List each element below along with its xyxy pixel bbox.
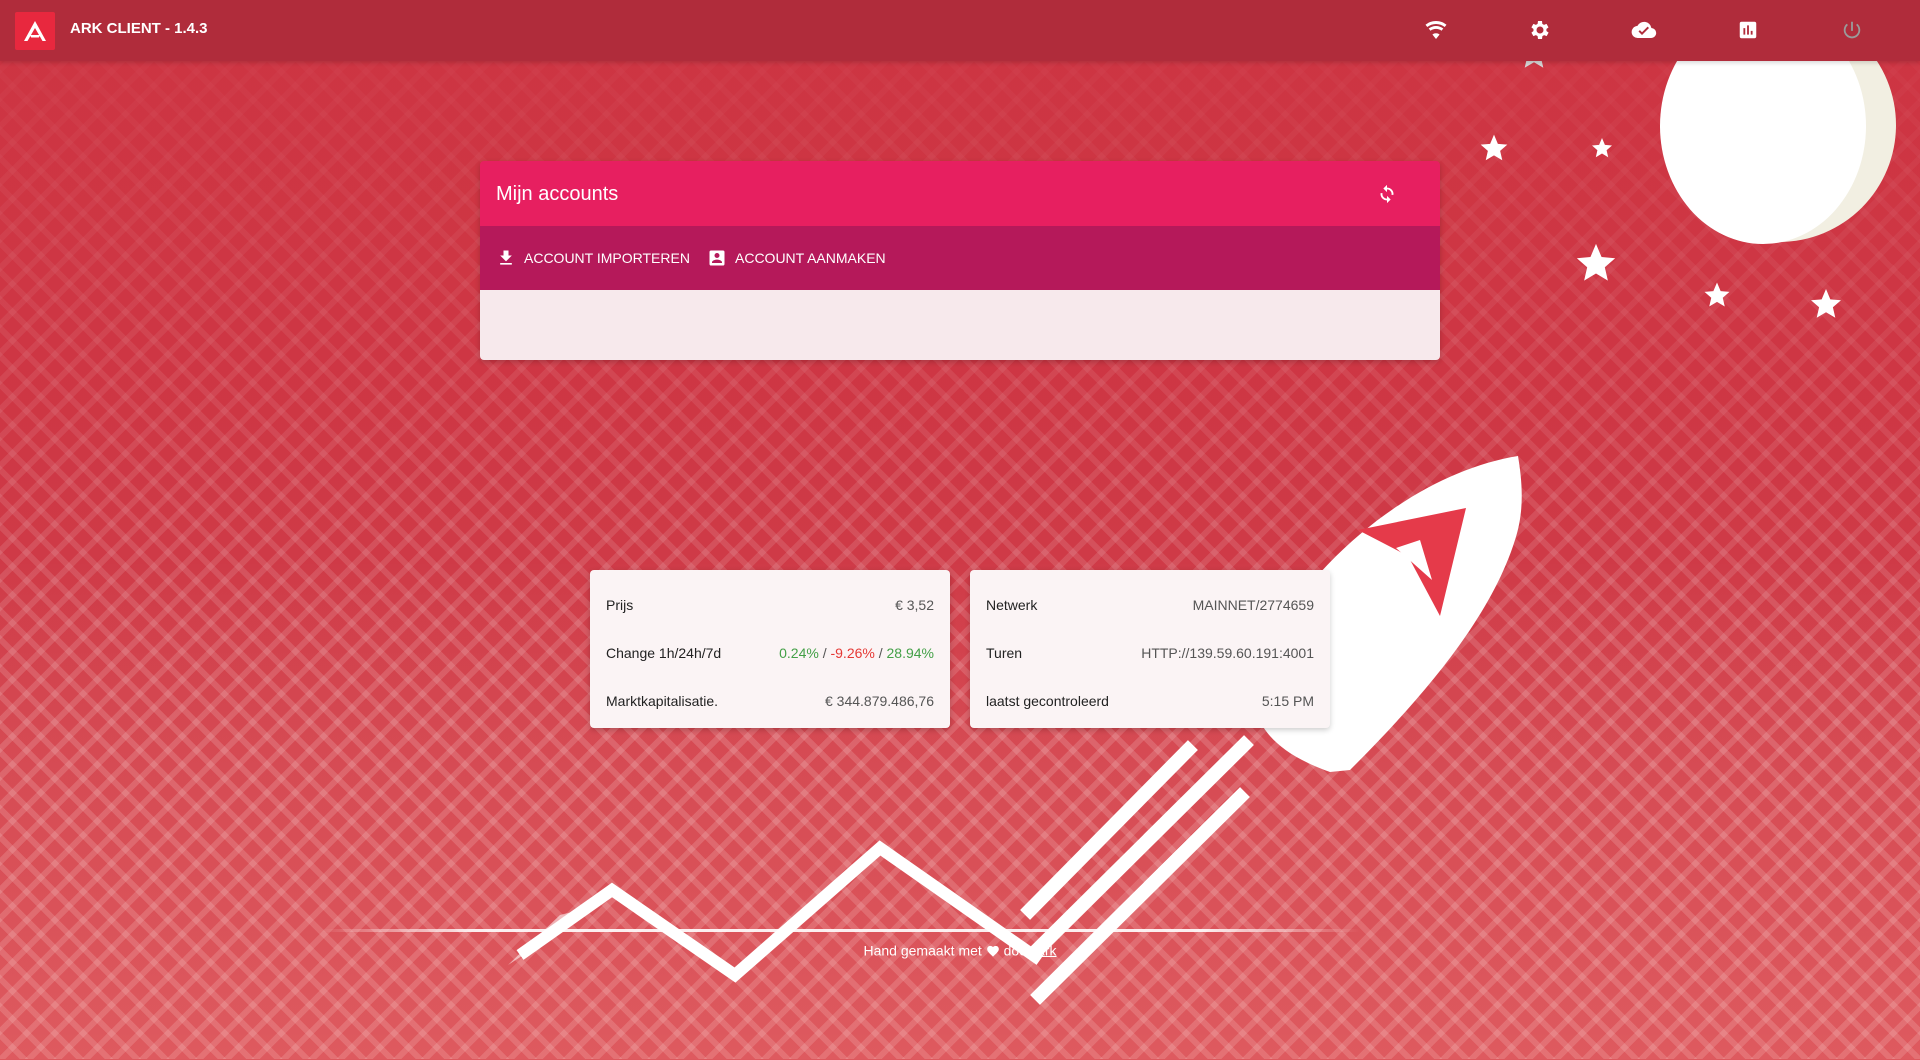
change-separator: / [822,645,827,661]
accounts-title: Mijn accounts [496,183,619,205]
settings-icon [1531,21,1549,39]
price-row: Prijs € 3,52 [606,595,934,615]
peer-label: Turen [986,645,1023,661]
last-checked-value: 5:15 PM [1261,693,1314,709]
change-row: Change 1h/24h/7d 0.24% / -9.26% / 28.94% [606,643,934,663]
wifi-button[interactable] [1422,16,1450,44]
import-account-label: ACCOUNT IMPORTEREN [524,250,690,266]
create-account-button[interactable]: ACCOUNT AANMAKEN [707,248,886,268]
last-checked-label: laatst gecontroleerd [986,693,1109,709]
price-label: Prijs [606,597,634,613]
settings-button[interactable] [1526,16,1554,44]
cloud-button[interactable] [1630,16,1658,44]
price-value: € 3,52 [895,597,934,613]
last-checked-row: laatst gecontroleerd 5:15 PM [986,691,1314,711]
market-cap-label: Marktkapitalisatie. [606,693,719,709]
market-card: Prijs € 3,52 Change 1h/24h/7d 0.24% / -9… [590,570,950,728]
heart-icon [986,945,999,957]
chart-icon [1739,21,1757,39]
cloud-icon [1631,21,1657,39]
market-cap-row: Marktkapitalisatie. € 344.879.486,76 [606,691,934,711]
peer-row: Turen HTTP://139.59.60.191:4001 [986,643,1314,663]
change-1h: 0.24% [779,645,819,661]
peer-value: HTTP://139.59.60.191:4001 [1141,645,1314,661]
network-card: Netwerk MAINNET/2774659 Turen HTTP://139… [970,570,1330,728]
wifi-icon [1425,21,1447,39]
rocket-illustration [508,456,1522,1005]
download-icon [500,250,512,265]
network-label: Netwerk [986,597,1038,613]
footer-text: Hand gemaakt met [863,942,982,959]
power-button[interactable] [1838,16,1866,44]
change-label: Change 1h/24h/7d [606,645,722,661]
accounts-toolbar: ACCOUNT IMPORTEREN ACCOUNT AANMAKEN [480,226,1440,290]
power-icon [1843,21,1861,39]
ark-logo[interactable] [15,12,55,50]
network-value: MAINNET/2774659 [1192,597,1314,613]
footer: Hand gemaakt met door Ark [0,941,1920,958]
change-separator: / [878,645,883,661]
footer-by: door [1003,942,1032,959]
market-cap-value: € 344.879.486,76 [825,693,934,709]
top-bar: ARK CLIENT - 1.4.3 [0,0,1920,61]
accounts-card: Mijn accounts ACCOUNT IMPORTEREN ACCOUNT… [480,161,1440,360]
create-account-label: ACCOUNT AANMAKEN [735,250,886,266]
change-24h: -9.26% [830,645,875,661]
app-title: ARK CLIENT - 1.4.3 [70,20,208,37]
change-7d: 28.94% [886,645,934,661]
change-values: 0.24% / -9.26% / 28.94% [779,645,934,661]
horizon-line [320,929,1360,932]
accounts-list [480,290,1440,360]
ark-logo-icon [24,21,46,41]
chart-button[interactable] [1734,16,1762,44]
network-row: Netwerk MAINNET/2774659 [986,595,1314,615]
ark-link[interactable]: Ark [1036,942,1057,958]
refresh-icon [1380,184,1394,204]
account-box-icon [709,250,725,266]
refresh-button[interactable] [1374,181,1400,207]
import-account-button[interactable]: ACCOUNT IMPORTEREN [496,248,690,268]
accounts-header: Mijn accounts [480,161,1440,226]
